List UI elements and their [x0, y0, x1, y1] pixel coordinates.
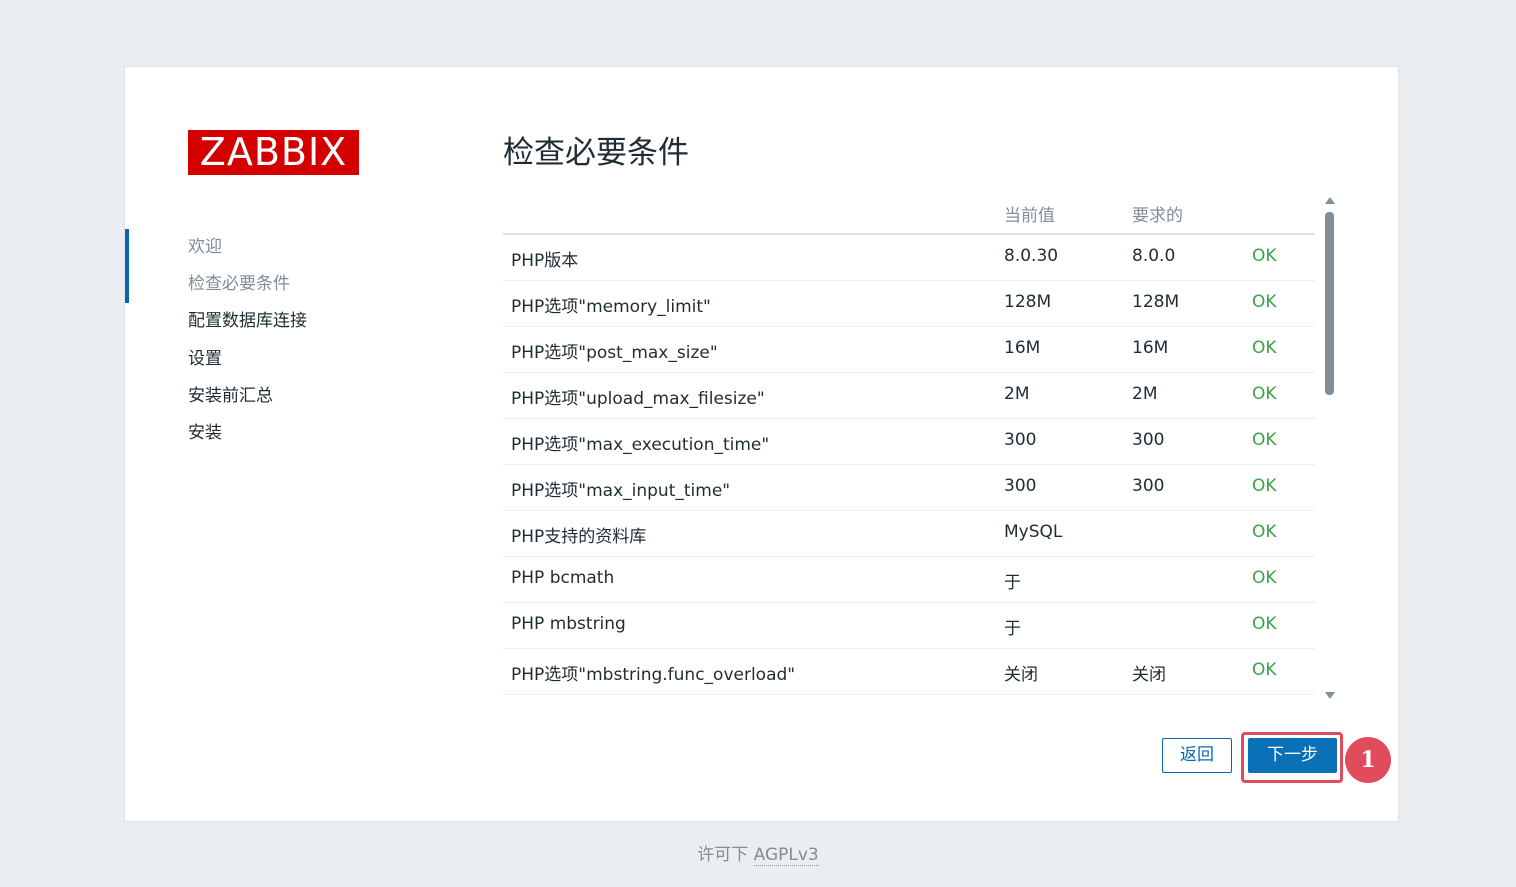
nav-step-label: 欢迎	[188, 237, 222, 257]
cell-check-result: OK	[1252, 476, 1277, 496]
nav-step-summary[interactable]: 安装前汇总	[188, 384, 273, 408]
table-body: PHP版本 8.0.30 8.0.0 OK PHP选项"memory_limit" 128…	[503, 235, 1315, 695]
nav-step-label: 安装前汇总	[188, 386, 273, 406]
setup-card: ZABBIX 欢迎 检查必要条件 配置数据库连接 设置 安装前汇总 安装 检查必…	[124, 66, 1399, 822]
cell-requirement-name: PHP版本	[511, 251, 579, 271]
cell-check-result: OK	[1252, 522, 1277, 542]
license-link[interactable]: AGPLv3	[753, 845, 819, 866]
cell-check-result: OK	[1252, 568, 1277, 588]
cell-current-value: 于	[1004, 619, 1021, 639]
table-row: PHP选项"max_input_time" 300 300 OK	[503, 465, 1315, 511]
next-step-button[interactable]: 下一步	[1248, 738, 1337, 773]
cell-requirement-name: PHP mbstring	[511, 614, 626, 634]
page-title: 检查必要条件	[503, 135, 689, 171]
cell-current-value: 128M	[1004, 292, 1052, 312]
scroll-down-arrow-icon[interactable]	[1325, 692, 1335, 699]
cell-required-value: 300	[1132, 476, 1165, 496]
table-row: PHP mbstring 于 OK	[503, 603, 1315, 649]
cell-required-value: 2M	[1132, 384, 1158, 404]
table-row: PHP选项"upload_max_filesize" 2M 2M OK	[503, 373, 1315, 419]
cell-required-value: 关闭	[1132, 665, 1166, 685]
cell-check-result: OK	[1252, 660, 1277, 680]
cell-check-result: OK	[1252, 246, 1277, 266]
active-step-indicator	[125, 229, 129, 303]
cell-current-value: 2M	[1004, 384, 1030, 404]
cell-required-value: 8.0.0	[1132, 246, 1176, 266]
table-row: PHP bcmath 于 OK	[503, 557, 1315, 603]
cell-requirement-name: PHP选项"max_execution_time"	[511, 435, 770, 455]
nav-step-check-prerequisites[interactable]: 检查必要条件	[188, 272, 290, 296]
cell-requirement-name: PHP bcmath	[511, 568, 615, 588]
table-row: PHP选项"max_execution_time" 300 300 OK	[503, 419, 1315, 465]
cell-required-value: 128M	[1132, 292, 1180, 312]
cell-required-value: 300	[1132, 430, 1165, 450]
cell-check-result: OK	[1252, 338, 1277, 358]
table-scrollbar[interactable]	[1322, 195, 1338, 701]
column-header-required: 要求的	[1132, 206, 1183, 226]
cell-current-value: 关闭	[1004, 665, 1038, 685]
table-row: PHP选项"post_max_size" 16M 16M OK	[503, 327, 1315, 373]
cell-check-result: OK	[1252, 614, 1277, 634]
cell-check-result: OK	[1252, 430, 1277, 450]
nav-step-install[interactable]: 安装	[188, 421, 222, 445]
cell-requirement-name: PHP选项"mbstring.func_overload"	[511, 665, 796, 685]
scrollbar-thumb[interactable]	[1325, 212, 1334, 395]
cell-current-value: 8.0.30	[1004, 246, 1059, 266]
nav-step-label: 检查必要条件	[188, 274, 290, 294]
prerequisites-table: 当前值 要求的 PHP版本 8.0.30 8.0.0 OK PHP选项"memory_l…	[503, 195, 1315, 697]
table-row: PHP选项"mbstring.func_overload" 关闭 关闭 OK	[503, 649, 1315, 695]
cell-check-result: OK	[1252, 384, 1277, 404]
nav-step-label: 安装	[188, 423, 222, 443]
zabbix-logo: ZABBIX	[188, 130, 359, 175]
cell-requirement-name: PHP选项"max_input_time"	[511, 481, 731, 501]
back-button[interactable]: 返回	[1162, 738, 1232, 773]
cell-current-value: 于	[1004, 573, 1021, 593]
cell-requirement-name: PHP选项"memory_limit"	[511, 297, 711, 317]
cell-required-value: 16M	[1132, 338, 1169, 358]
nav-step-db-connection[interactable]: 配置数据库连接	[188, 309, 307, 333]
table-row: PHP选项"memory_limit" 128M 128M OK	[503, 281, 1315, 327]
table-header: 当前值 要求的	[503, 195, 1315, 235]
column-header-current: 当前值	[1004, 206, 1055, 226]
cell-check-result: OK	[1252, 292, 1277, 312]
table-row: PHP支持的资料库 MySQL OK	[503, 511, 1315, 557]
cell-current-value: 300	[1004, 430, 1037, 450]
scroll-up-arrow-icon[interactable]	[1325, 197, 1335, 204]
footer: 许可下 AGPLv3	[0, 840, 1516, 866]
nav-step-label: 配置数据库连接	[188, 311, 307, 331]
cell-current-value: 16M	[1004, 338, 1041, 358]
cell-requirement-name: PHP支持的资料库	[511, 527, 647, 547]
nav-step-settings[interactable]: 设置	[188, 347, 222, 371]
cell-requirement-name: PHP选项"upload_max_filesize"	[511, 389, 765, 409]
table-row: PHP版本 8.0.30 8.0.0 OK	[503, 235, 1315, 281]
step-annotation-badge: 1	[1345, 737, 1391, 783]
cell-current-value: 300	[1004, 476, 1037, 496]
cell-requirement-name: PHP选项"post_max_size"	[511, 343, 718, 363]
nav-step-label: 设置	[188, 349, 222, 369]
nav-step-welcome[interactable]: 欢迎	[188, 235, 222, 259]
license-prefix: 许可下	[697, 845, 754, 865]
cell-current-value: MySQL	[1004, 522, 1063, 542]
